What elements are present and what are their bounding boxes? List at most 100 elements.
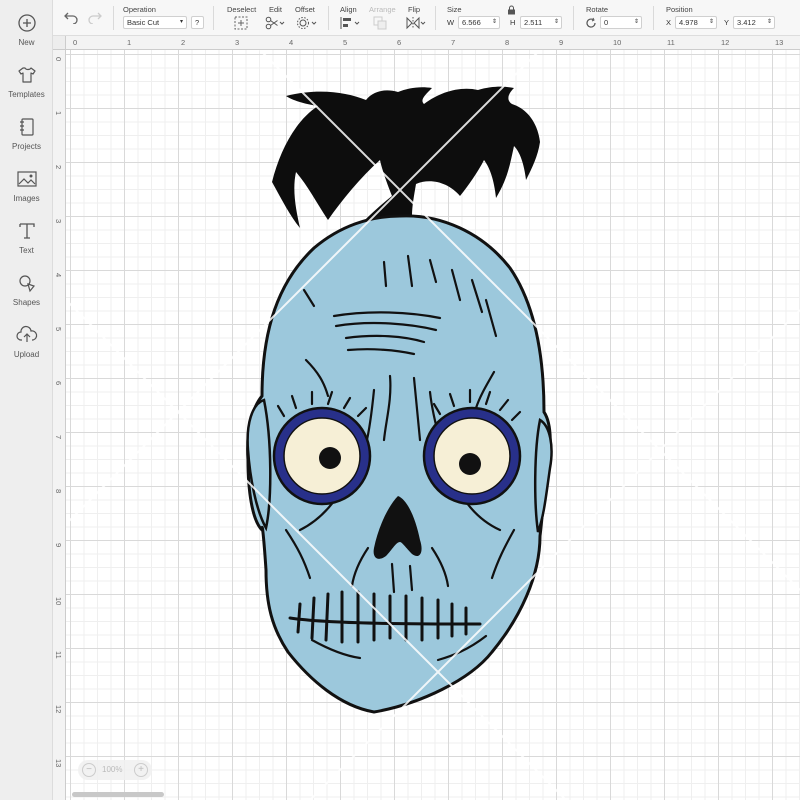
help-label: ?	[195, 18, 200, 27]
ruler-top-tick: 11	[667, 38, 675, 47]
width-value: 6.566	[462, 18, 481, 27]
sidebar-item-new[interactable]: New	[0, 12, 53, 62]
sidebar-item-templates[interactable]: Templates	[0, 64, 53, 114]
ruler-left-tick: 9	[54, 543, 63, 548]
zombie-head-artwork[interactable]	[66, 50, 800, 800]
ruler-top-tick: 10	[613, 38, 622, 47]
y-prefix: Y	[724, 18, 730, 27]
stepper-icon[interactable]: ⇕	[634, 17, 639, 28]
offset-icon[interactable]	[296, 16, 318, 30]
width-input[interactable]: 6.566 ⇕	[458, 16, 500, 29]
sidebar-item-label: Shapes	[12, 298, 41, 307]
rotate-label: Rotate	[586, 5, 609, 14]
align-icon[interactable]	[340, 16, 362, 30]
ruler-left-tick: 13	[54, 759, 63, 768]
lock-icon[interactable]	[507, 5, 516, 15]
toolbar-divider	[653, 6, 654, 30]
height-prefix: H	[510, 18, 516, 27]
ruler-top-tick: 13	[775, 38, 784, 47]
zoom-in-button[interactable]: +	[134, 763, 148, 777]
sidebar-item-label: Images	[13, 194, 40, 203]
ruler-top-tick: 12	[721, 38, 730, 47]
rotate-input[interactable]: 0 ⇕	[600, 16, 642, 29]
ruler-top-tick: 2	[181, 38, 186, 47]
width-prefix: W	[447, 18, 455, 27]
align-label: Align	[340, 5, 357, 14]
ruler-left-tick: 8	[54, 489, 63, 494]
sidebar-item-images[interactable]: Images	[0, 168, 53, 218]
redo-icon[interactable]	[87, 10, 103, 24]
ruler-left-tick: 2	[54, 165, 63, 170]
ruler-left-tick: 0	[54, 57, 63, 62]
position-y-input[interactable]: 3.412 ⇕	[733, 16, 775, 29]
sidebar-item-label: Projects	[12, 142, 41, 151]
rotate-value: 0	[604, 18, 609, 27]
offset-label: Offset	[295, 5, 315, 14]
ruler-top-tick: 7	[451, 38, 456, 47]
ruler-top-tick: 5	[343, 38, 348, 47]
ruler-left-tick: 7	[54, 435, 63, 440]
toolbar-divider	[213, 6, 214, 30]
ruler-left-tick: 10	[54, 597, 63, 606]
rotate-icon	[586, 17, 596, 28]
sidebar-item-shapes[interactable]: Shapes	[0, 272, 53, 322]
flip-label: Flip	[408, 5, 421, 14]
ruler-top-tick: 3	[235, 38, 240, 47]
undo-icon[interactable]	[63, 10, 79, 24]
stepper-icon[interactable]: ⇕	[709, 17, 714, 28]
flip-icon[interactable]	[405, 16, 427, 30]
stepper-icon[interactable]: ⇕	[767, 17, 772, 28]
shapes-icon	[18, 275, 35, 293]
edit-label: Edit	[269, 5, 282, 14]
top-toolbar: Operation Basic Cut ▾ ? Deselect Edit Of…	[53, 0, 800, 36]
stepper-icon[interactable]: ⇕	[554, 17, 559, 28]
height-input[interactable]: 2.511 ⇕	[520, 16, 562, 29]
position-x-value: 4.978	[679, 18, 698, 27]
sidebar-item-text[interactable]: Text	[0, 220, 53, 270]
sidebar-item-label: New	[18, 38, 35, 47]
toolbar-divider	[573, 6, 574, 30]
ruler-top-tick: 4	[289, 38, 294, 47]
right-ear-shape	[533, 418, 553, 533]
ruler-top-tick: 6	[397, 38, 402, 47]
sidebar-item-label: Upload	[13, 350, 40, 359]
ruler-left-tick: 3	[54, 219, 63, 224]
notebook-icon	[19, 118, 34, 136]
ruler-top-tick: 8	[505, 38, 510, 47]
toolbar-divider	[328, 6, 329, 30]
tshirt-icon	[17, 67, 36, 83]
toolbar-divider	[113, 6, 114, 30]
sidebar-item-projects[interactable]: Projects	[0, 116, 53, 166]
image-icon	[16, 171, 37, 187]
ruler-top-tick: 9	[559, 38, 564, 47]
ruler-left-tick: 12	[54, 705, 63, 714]
operation-select[interactable]: Basic Cut ▾	[123, 16, 187, 29]
chevron-down-icon: ▾	[179, 19, 183, 25]
ruler-corner	[53, 36, 66, 50]
zoom-level: 100%	[102, 765, 123, 774]
right-eye	[422, 406, 522, 506]
zoom-plus-glyph: +	[138, 764, 144, 775]
help-button[interactable]: ?	[191, 16, 204, 29]
arrange-icon	[373, 16, 387, 30]
ruler-left-tick: 4	[54, 273, 63, 278]
scissors-edit-icon[interactable]	[265, 16, 285, 30]
zoom-out-button[interactable]: −	[82, 763, 96, 777]
operation-label: Operation	[123, 5, 156, 14]
arrange-label: Arrange	[369, 5, 396, 14]
ruler-top: 0 1 2 3 4 5 6 7 8 9 10 11 12 13	[66, 36, 800, 50]
position-x-input[interactable]: 4.978 ⇕	[675, 16, 717, 29]
horizontal-scrollbar[interactable]	[72, 792, 164, 797]
deselect-button[interactable]	[234, 16, 248, 30]
design-canvas[interactable]	[66, 50, 800, 800]
ruler-left-tick: 6	[54, 381, 63, 386]
toolbar-divider	[435, 6, 436, 30]
text-t-icon	[18, 223, 35, 239]
sidebar-item-upload[interactable]: Upload	[0, 324, 53, 374]
deselect-label: Deselect	[227, 5, 257, 14]
ruler-top-tick: 1	[127, 38, 132, 47]
operation-value: Basic Cut	[127, 18, 160, 27]
x-prefix: X	[666, 18, 672, 27]
stepper-icon[interactable]: ⇕	[492, 17, 497, 28]
height-value: 2.511	[524, 18, 543, 27]
